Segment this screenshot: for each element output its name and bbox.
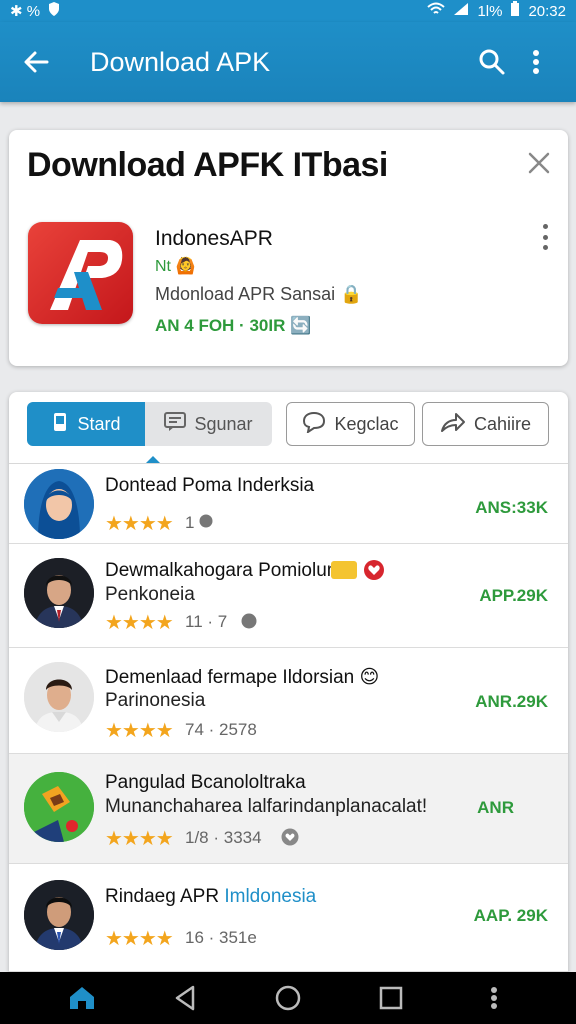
chat-bubble-icon — [302, 411, 326, 438]
rating-count: 1 — [185, 513, 195, 532]
recents-square-icon[interactable] — [371, 978, 411, 1018]
app-meta: AN 4 FOH · 30IR 🔄 — [155, 316, 312, 335]
app-name: IndonesAPR — [155, 227, 273, 250]
item-price: ANR.29K — [475, 692, 548, 711]
tab-sgunar[interactable]: Sgunar — [145, 402, 272, 446]
rating-stars: ★★★★ — [105, 513, 174, 535]
app-list-panel: Stard Sgunar Kegclac Cahiire Dontead Pom… — [9, 392, 568, 972]
overflow-menu-icon[interactable] — [514, 40, 558, 84]
back-triangle-icon[interactable] — [165, 978, 205, 1018]
tab-stard[interactable]: Stard — [27, 402, 145, 446]
item-title: Rindaeg APR Imldonesia — [105, 886, 317, 907]
tab-label: Kegclac — [334, 413, 399, 434]
list-item[interactable]: Dewmalkahogara Pomiolum Penkoneia ★★★★ 1… — [9, 544, 568, 648]
list-item[interactable]: Pangulad Bcanololtraka Munanchaharea lal… — [9, 754, 568, 864]
app-badge: Nt 🙆 — [155, 258, 196, 275]
rating-stars: ★★★★ — [105, 612, 174, 634]
status-bar: ✱ % 1l% 20:32 — [0, 0, 576, 22]
list-item[interactable]: Demenlaad fermape Ildorsian 😊 Parinonesi… — [9, 648, 568, 754]
tab-cahiire[interactable]: Cahiire — [422, 402, 549, 446]
app-subtitle: Mdonload APR Sansai 🔒 — [155, 284, 363, 304]
item-title: Dewmalkahogara Pomiolum — [105, 560, 343, 581]
info-icon — [241, 613, 257, 634]
item-subtitle: Penkoneia — [105, 584, 195, 605]
more-vert-icon[interactable] — [536, 222, 554, 252]
wifi-icon — [427, 2, 446, 20]
item-title: Pangulad Bcanololtraka — [105, 772, 306, 793]
avatar — [24, 880, 94, 950]
tab-label: Sgunar — [194, 413, 253, 434]
battery-icon — [510, 1, 520, 21]
search-icon[interactable] — [470, 40, 514, 84]
status-time: 20:32 — [528, 2, 566, 20]
item-title: Dontead Poma Inderksia — [105, 475, 315, 496]
app-bar-title: Download APK — [90, 46, 271, 77]
home-icon[interactable] — [62, 978, 102, 1018]
item-title-highlight: Imldonesia — [224, 886, 317, 907]
item-title: Demenlaad fermape Ildorsian 😊 — [105, 667, 380, 688]
back-arrow-icon[interactable] — [18, 44, 54, 80]
status-left-icons: ✱ % — [10, 3, 41, 20]
tab-label: Cahiire — [473, 413, 532, 434]
avatar — [24, 558, 94, 628]
item-price: AAP. 29K — [473, 906, 548, 925]
item-price: ANS:33K — [475, 498, 548, 517]
app-bar: Download APK — [0, 22, 576, 102]
dog-emoji-icon — [331, 561, 357, 579]
rating-count: 1/8 · 3334 — [185, 828, 262, 847]
filter-tabs: Stard Sgunar Kegclac Cahiire — [9, 392, 568, 464]
info-icon — [199, 514, 213, 533]
rating-count: 16 · 351e — [185, 928, 257, 947]
item-subtitle: Munanchaharea lalfarindanplanacalat! — [105, 796, 428, 817]
rating-count: 11 · 7 — [185, 612, 228, 631]
tab-kegclac[interactable]: Kegclac — [286, 402, 415, 446]
card-heading: Download APFK ITbasi — [27, 146, 388, 184]
home-circle-icon[interactable] — [268, 978, 308, 1018]
system-nav-bar — [0, 972, 576, 1024]
share-icon — [440, 411, 466, 438]
app-header-card: Download APFK ITbasi IndonesAPR Nt 🙆 Mdo… — [9, 130, 568, 366]
heart-icon — [281, 828, 299, 851]
avatar — [24, 662, 94, 732]
shield-icon — [48, 1, 60, 21]
list-item[interactable]: Rindaeg APR Imldonesia ★★★★ 16 · 351e AA… — [9, 864, 568, 972]
item-price: APP.29K — [479, 586, 548, 605]
rating-stars: ★★★★ — [105, 828, 174, 850]
message-icon — [164, 411, 187, 437]
app-logo-icon[interactable] — [28, 222, 133, 324]
list-item[interactable]: Dontead Poma Inderksia ★★★★ 1 ANS:33K — [9, 465, 568, 544]
rating-count: 74 · 2578 — [185, 720, 257, 739]
phone-icon — [51, 412, 69, 437]
item-subtitle: Parinonesia — [105, 690, 206, 711]
heart-icon — [363, 559, 385, 586]
tab-label: Stard — [77, 413, 121, 434]
item-price: ANR — [477, 798, 514, 817]
signal-icon — [453, 2, 469, 20]
rating-stars: ★★★★ — [105, 928, 174, 950]
close-icon[interactable] — [526, 150, 552, 176]
battery-text: 1l% — [477, 2, 503, 20]
avatar — [24, 469, 94, 539]
avatar — [24, 772, 94, 842]
nav-menu-icon[interactable] — [474, 978, 514, 1018]
tab-indicator — [146, 456, 160, 463]
rating-stars: ★★★★ — [105, 720, 174, 742]
